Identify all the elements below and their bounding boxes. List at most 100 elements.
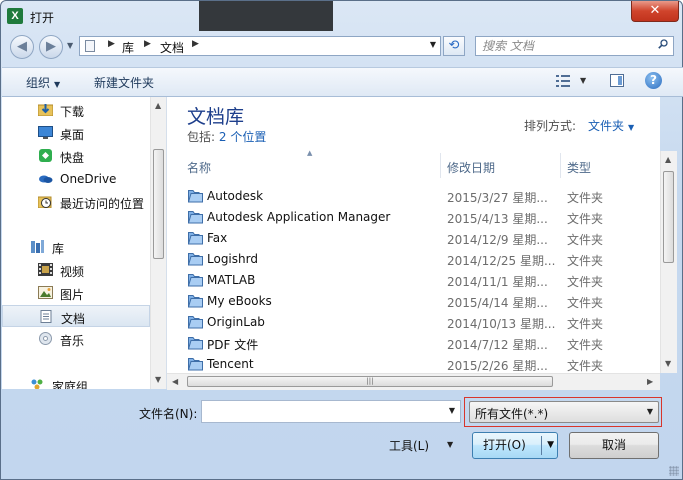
folder-icon (188, 274, 203, 287)
nav-item-homegroup[interactable]: 家庭组 (2, 374, 150, 389)
nav-item-label: 桌面 (60, 128, 85, 142)
table-row[interactable]: Tencent 2015/2/26 星期... 文件夹 (185, 354, 660, 375)
search-input[interactable] (482, 38, 652, 54)
file-list-horizontal-scrollbar[interactable]: ◀ ||| ▶ (167, 373, 660, 390)
nav-item-label: 家庭组 (52, 380, 89, 389)
filename-dropdown-icon[interactable]: ▼ (449, 406, 455, 415)
scroll-up-icon[interactable]: ▲ (155, 101, 161, 110)
file-type: 文件夹 (567, 338, 604, 352)
tools-dropdown-icon[interactable]: ▼ (447, 440, 453, 449)
sort-label: 排列方式: (524, 119, 577, 133)
address-bar[interactable]: ▶ 库 ▶ 文档 ▶ ▼ (79, 36, 441, 56)
file-type: 文件夹 (567, 191, 604, 205)
open-file-dialog: X 打开 ✕ ◀ ▶ ▼ ▶ 库 ▶ 文档 ▶ ▼ ⟲ 组织▼ 新建文件夹 ▼ … (0, 0, 683, 480)
file-type: 文件夹 (567, 254, 604, 268)
file-name: Tencent (207, 357, 254, 371)
column-header-type[interactable]: 类型 (561, 153, 660, 178)
horizontal-scroll-thumb[interactable]: ||| (187, 376, 553, 387)
library-title: 文档库 (187, 106, 245, 128)
table-row[interactable]: PDF 文件 2014/7/12 星期... 文件夹 (185, 333, 660, 354)
file-name: MATLAB (207, 273, 256, 287)
nav-item-documents[interactable]: 文档 (2, 305, 150, 327)
filename-combobox[interactable]: ▼ (201, 400, 461, 423)
file-date: 2014/10/13 星期... (447, 317, 556, 331)
file-date: 2014/12/25 星期... (447, 254, 556, 268)
tools-menu-button[interactable]: 工具(L) (389, 437, 429, 454)
sort-dropdown[interactable]: 文件夹 ▼ (588, 117, 634, 134)
nav-item-downloads[interactable]: 下载 (2, 99, 150, 121)
nav-item-recent-places[interactable]: 最近访问的位置 (2, 191, 150, 213)
scroll-right-icon[interactable]: ▶ (647, 377, 653, 386)
breadcrumb-library[interactable]: 库 (122, 39, 134, 56)
table-row[interactable]: Logishrd 2014/12/25 星期... 文件夹 (185, 249, 660, 270)
help-icon[interactable]: ? (645, 72, 662, 89)
table-row[interactable]: OriginLab 2014/10/13 星期... 文件夹 (185, 312, 660, 333)
vertical-scroll-thumb[interactable] (663, 171, 674, 263)
sort-value: 文件夹 (588, 119, 625, 133)
resize-grip-icon[interactable] (669, 466, 679, 476)
view-dropdown-icon[interactable]: ▼ (580, 76, 586, 85)
background-window-strip (199, 1, 333, 31)
file-name: PDF 文件 (207, 338, 259, 352)
file-name: My eBooks (207, 294, 272, 308)
column-header-date[interactable]: 修改日期 (441, 153, 561, 178)
scroll-up-icon[interactable]: ▲ (665, 155, 671, 164)
file-list-pane: 文档库 包括: 2 个位置 排列方式: 文件夹 ▼ ▲ 名称 修改日期 类型 Au… (167, 97, 660, 389)
file-name: Logishrd (207, 252, 258, 266)
nav-item-kuaipan[interactable]: 快盘 (2, 145, 150, 167)
refresh-button[interactable]: ⟲ (443, 36, 465, 56)
preview-pane-icon[interactable] (610, 74, 624, 87)
table-row[interactable]: Autodesk Application Manager 2015/4/13 星… (185, 207, 660, 228)
nav-item-label: 快盘 (60, 151, 85, 165)
breadcrumb-separator-icon[interactable]: ▶ (192, 39, 199, 49)
filename-input[interactable] (206, 404, 436, 419)
breadcrumb-separator-icon[interactable]: ▶ (144, 39, 151, 49)
search-icon[interactable] (658, 39, 668, 49)
homegroup-icon (31, 379, 43, 389)
nav-item-music[interactable]: 音乐 (2, 328, 150, 350)
organize-menu-button[interactable]: 组织 ▼ (26, 74, 60, 91)
locations-link[interactable]: 2 个位置 (219, 130, 266, 144)
download-folder-icon (38, 104, 53, 116)
nav-item-videos[interactable]: 视频 (2, 259, 150, 281)
file-type: 文件夹 (567, 359, 604, 373)
folder-icon (188, 253, 203, 266)
scroll-down-icon[interactable]: ▼ (155, 375, 161, 384)
command-toolbar: 组织 ▼ 新建文件夹 ▼ ? (2, 67, 683, 97)
file-list-vertical-scrollbar[interactable]: ▲ ▼ (660, 151, 677, 373)
table-row[interactable]: Autodesk 2015/3/27 星期... 文件夹 (185, 186, 660, 207)
breadcrumb-separator-icon[interactable]: ▶ (108, 39, 115, 49)
libraries-icon (31, 240, 44, 253)
table-row[interactable]: Fax 2014/12/9 星期... 文件夹 (185, 228, 660, 249)
nav-pane-scrollbar[interactable]: ▲ ▼ (150, 97, 166, 389)
recent-places-icon (38, 196, 52, 208)
file-name: Autodesk (207, 189, 264, 203)
close-button[interactable]: ✕ (631, 1, 679, 22)
nav-scroll-thumb[interactable] (153, 149, 164, 259)
search-box[interactable] (475, 36, 674, 56)
open-options-dropdown-icon[interactable]: ▼ (547, 433, 554, 458)
table-row[interactable]: My eBooks 2015/4/14 星期... 文件夹 (185, 291, 660, 312)
nav-item-label: 文档 (61, 312, 86, 326)
nav-item-pictures[interactable]: 图片 (2, 282, 150, 304)
nav-item-desktop[interactable]: 桌面 (2, 122, 150, 144)
view-options-icon[interactable] (556, 75, 570, 87)
back-button[interactable]: ◀ (10, 35, 34, 59)
forward-button[interactable]: ▶ (39, 35, 63, 59)
scroll-left-icon[interactable]: ◀ (172, 377, 178, 386)
nav-item-label: 视频 (60, 265, 85, 279)
address-history-dropdown-icon[interactable]: ▼ (430, 40, 436, 49)
open-button[interactable]: 打开(O) ▼ (472, 432, 558, 459)
file-date: 2014/11/1 星期... (447, 275, 548, 289)
new-folder-button[interactable]: 新建文件夹 (94, 74, 154, 91)
column-header-name[interactable]: 名称 (181, 153, 441, 178)
table-row[interactable]: MATLAB 2014/11/1 星期... 文件夹 (185, 270, 660, 291)
breadcrumb-documents[interactable]: 文档 (160, 39, 184, 56)
filetype-select[interactable]: 所有文件(*.*) ▼ (469, 401, 659, 423)
nav-item-onedrive[interactable]: OneDrive (2, 168, 150, 190)
recent-pages-dropdown-icon[interactable]: ▼ (67, 41, 73, 50)
scroll-down-icon[interactable]: ▼ (665, 359, 671, 368)
nav-item-libraries[interactable]: 库 (2, 236, 150, 258)
organize-label: 组织 (26, 76, 51, 90)
cancel-button[interactable]: 取消 (569, 432, 659, 459)
